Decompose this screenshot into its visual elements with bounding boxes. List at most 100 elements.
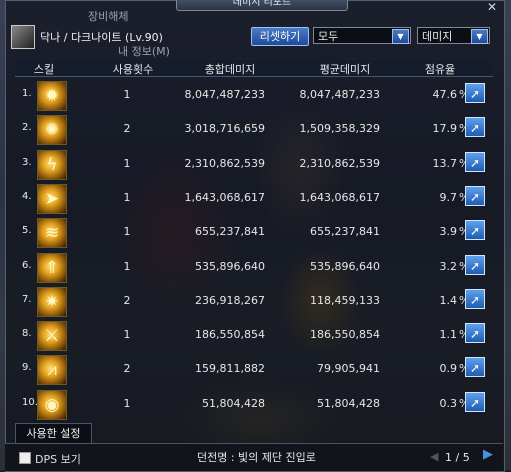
row-uses: 2 <box>123 293 131 307</box>
background-label-2: 내 정보(M) <box>118 45 170 58</box>
row-total-damage: 159,811,882 <box>195 362 265 376</box>
row-total-damage: 51,804,428 <box>202 396 265 410</box>
export-icon[interactable]: ➚ <box>465 220 485 241</box>
table-row: 4.➤11,643,068,6171,643,068,6179.7%➚ <box>15 181 493 215</box>
row-total-damage: 1,643,068,617 <box>184 190 265 204</box>
row-uses: 1 <box>123 259 131 273</box>
row-average-damage: 655,237,841 <box>310 225 380 239</box>
export-icon[interactable]: ➚ <box>465 288 485 309</box>
export-icon[interactable]: ➚ <box>465 391 485 412</box>
row-uses: 1 <box>123 156 131 170</box>
fire-wave-icon: ≋ <box>37 218 67 249</box>
row-average-damage: 186,550,854 <box>310 328 380 342</box>
reset-button[interactable]: 리셋하기 <box>251 27 309 46</box>
lightning-slash-icon: ϟ <box>37 149 67 180</box>
vortex-icon: ✷ <box>37 286 67 317</box>
row-total-damage: 3,018,716,659 <box>184 122 265 136</box>
tab-used-settings[interactable]: 사용한 설정 <box>15 423 92 444</box>
flame-burst-icon: ✹ <box>37 81 67 111</box>
dps-checkbox[interactable] <box>19 452 31 464</box>
row-rank: 1. <box>22 88 32 99</box>
dungeon-name: 던전명 : 빛의 제단 진입로 <box>197 451 316 464</box>
row-total-damage: 2,310,862,539 <box>184 156 265 170</box>
dark-sigil-icon: ✺ <box>37 115 67 146</box>
character-avatar <box>11 25 35 49</box>
row-total-damage: 8,047,487,233 <box>184 88 265 101</box>
row-uses: 1 <box>123 225 131 239</box>
export-icon[interactable]: ➚ <box>465 151 485 172</box>
row-average-damage: 1,509,358,329 <box>299 122 380 136</box>
export-icon[interactable]: ➚ <box>465 83 485 103</box>
target-select[interactable]: 모두 ▼ <box>313 27 411 44</box>
footer-bar: DPS 보기 던전명 : 빛의 제단 진입로 ◀ 1 / 5 ▶ <box>5 443 503 471</box>
pillar-strike-icon: ⇑ <box>37 252 67 283</box>
background-label-1: 장비해체 <box>88 10 129 23</box>
export-icon[interactable]: ➚ <box>465 357 485 378</box>
row-uses: 1 <box>123 190 131 204</box>
spear-thrust-icon: ➤ <box>37 183 67 214</box>
export-icon[interactable]: ➚ <box>465 323 485 344</box>
table-row: 7.✷2236,918,267118,459,1331.4%➚ <box>15 284 493 318</box>
target-select-value: 모두 <box>318 30 339 43</box>
table-row: 3.ϟ12,310,862,5392,310,862,53913.7%➚ <box>15 147 493 181</box>
row-total-damage: 655,237,841 <box>195 225 265 239</box>
row-share: 0.9 <box>439 362 458 376</box>
spike-row-icon: ⩘ <box>37 355 67 386</box>
character-name: 닥나 / 다크나이트 (Lv.90) <box>40 31 163 44</box>
row-share: 3.9 <box>439 225 458 239</box>
row-rank: 4. <box>22 190 32 202</box>
export-icon[interactable]: ➚ <box>465 117 485 138</box>
table-row: 5.≋1655,237,841655,237,8413.9%➚ <box>15 215 493 249</box>
row-share: 1.4 <box>439 293 458 307</box>
export-icon[interactable]: ➚ <box>465 185 485 206</box>
table-row: 1.✹18,047,487,2338,047,487,23347.6%➚ <box>15 78 493 112</box>
table-header: 스킬 사용횟수 총합데미지 평균데미지 점유율 <box>15 60 493 77</box>
row-rank: 9. <box>22 362 32 374</box>
row-rank: 7. <box>22 293 32 305</box>
header-total: 총합데미지 <box>204 63 256 76</box>
chevron-down-icon[interactable]: ▼ <box>392 29 409 44</box>
table-row: 8.⚔1186,550,854186,550,8541.1%➚ <box>15 318 493 352</box>
row-uses: 1 <box>123 396 131 410</box>
row-uses: 1 <box>123 88 131 101</box>
mode-select-value: 데미지 <box>422 30 453 43</box>
row-average-damage: 51,804,428 <box>317 396 380 410</box>
row-uses: 2 <box>123 362 131 376</box>
row-average-damage: 2,310,862,539 <box>299 156 380 170</box>
table-row: 9.⩘2159,811,88279,905,9410.9%➚ <box>15 352 493 386</box>
row-uses: 1 <box>123 328 131 342</box>
row-rank: 10. <box>22 396 38 408</box>
row-average-damage: 535,896,640 <box>310 259 380 273</box>
table-row: 2.✺23,018,716,6591,509,358,32917.9%➚ <box>15 112 493 146</box>
pager-prev-icon[interactable]: ◀ <box>430 450 438 463</box>
header-share: 점유율 <box>424 63 456 76</box>
row-average-damage: 8,047,487,233 <box>299 88 380 101</box>
row-rank: 5. <box>22 225 32 237</box>
row-total-damage: 535,896,640 <box>195 259 265 273</box>
row-rank: 2. <box>22 122 32 134</box>
chevron-down-icon[interactable]: ▼ <box>471 29 488 44</box>
export-icon[interactable]: ➚ <box>465 254 485 275</box>
row-share: 0.3 <box>439 396 458 410</box>
header-average: 평균데미지 <box>319 63 371 76</box>
header-uses: 사용횟수 <box>112 63 154 76</box>
dps-label: DPS 보기 <box>35 453 81 466</box>
header-skill: 스킬 <box>33 63 55 76</box>
mode-select[interactable]: 데미지 ▼ <box>417 27 490 44</box>
row-uses: 2 <box>123 122 131 136</box>
slash-combo-icon: ⚔ <box>37 321 67 352</box>
row-average-damage: 79,905,941 <box>317 362 380 376</box>
pager-status: 1 / 5 <box>445 451 470 464</box>
row-total-damage: 186,550,854 <box>195 328 265 342</box>
row-average-damage: 1,643,068,617 <box>299 190 380 204</box>
table-row: 10.◉151,804,42851,804,4280.3%➚ <box>15 387 493 421</box>
row-share: 9.7 <box>439 190 458 204</box>
row-rank: 6. <box>22 259 32 271</box>
table-row: 6.⇑1535,896,640535,896,6403.2%➚ <box>15 250 493 284</box>
row-share: 47.6 <box>432 88 458 101</box>
window-title: 데미지 리포트 <box>176 0 348 11</box>
row-share: 17.9 <box>432 122 458 136</box>
close-icon[interactable]: ✕ <box>486 1 498 13</box>
pager-next-icon[interactable]: ▶ <box>483 448 497 462</box>
row-share: 3.2 <box>439 259 458 273</box>
